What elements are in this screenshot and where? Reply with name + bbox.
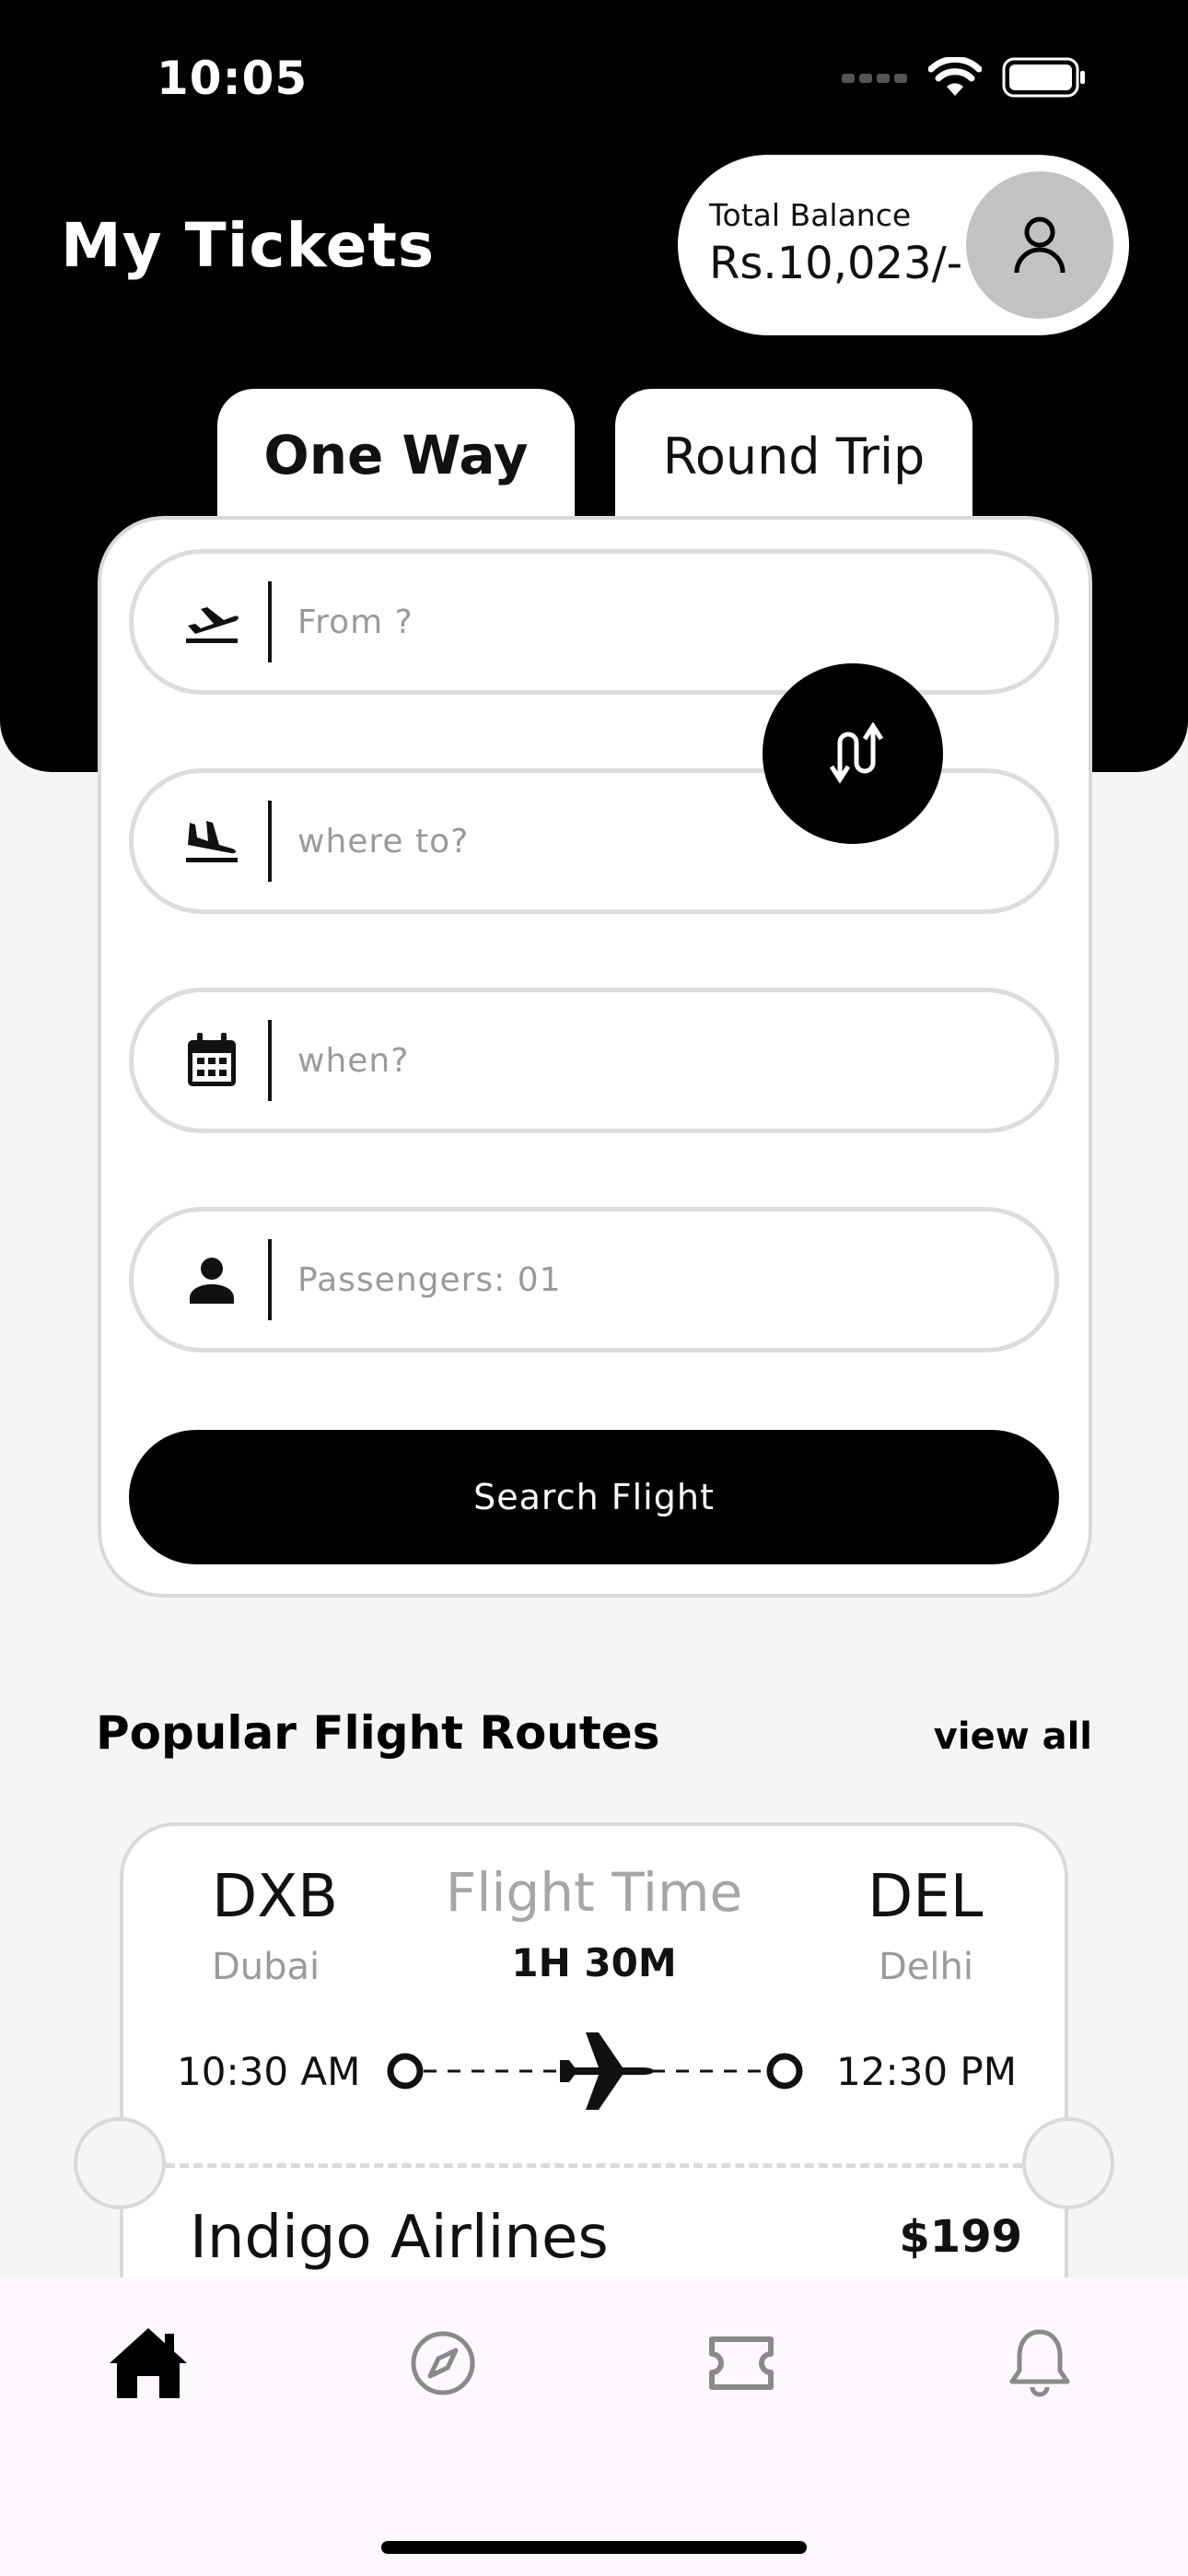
field-divider bbox=[268, 1020, 272, 1101]
nav-explore[interactable] bbox=[392, 2313, 494, 2414]
nav-tickets[interactable] bbox=[691, 2313, 792, 2414]
from-field[interactable]: From ? bbox=[129, 549, 1059, 695]
tab-round-trip[interactable]: Round Trip bbox=[615, 389, 973, 533]
page-title: My Tickets bbox=[61, 210, 436, 281]
swap-button[interactable] bbox=[763, 663, 943, 844]
avatar[interactable] bbox=[966, 171, 1113, 319]
signal-icon bbox=[842, 74, 907, 83]
passengers-placeholder: Passengers: 01 bbox=[297, 1260, 562, 1299]
arrive-time: 12:30 PM bbox=[836, 2049, 1017, 2094]
field-divider bbox=[268, 1239, 272, 1320]
ticket-icon bbox=[709, 2336, 774, 2390]
battery-icon bbox=[1002, 57, 1085, 98]
bell-icon bbox=[1009, 2329, 1070, 2397]
route-price: $199 bbox=[899, 2211, 1022, 2263]
calendar-icon bbox=[180, 992, 244, 1129]
status-time: 10:05 bbox=[157, 52, 309, 105]
compass-icon bbox=[411, 2331, 475, 2395]
to-placeholder: where to? bbox=[297, 822, 470, 861]
flight-path bbox=[387, 2032, 803, 2110]
ticket-notch-left bbox=[74, 2117, 166, 2209]
home-icon bbox=[110, 2328, 187, 2398]
wifi-icon bbox=[928, 57, 982, 96]
tab-one-way[interactable]: One Way bbox=[217, 389, 575, 533]
nav-notifications[interactable] bbox=[989, 2313, 1090, 2414]
home-indicator[interactable] bbox=[381, 2541, 807, 2554]
passengers-field[interactable]: Passengers: 01 bbox=[129, 1207, 1059, 1352]
ticket-divider bbox=[166, 2163, 1022, 2168]
view-all-link[interactable]: view all bbox=[934, 1715, 1092, 1758]
nav-home[interactable] bbox=[98, 2313, 199, 2414]
from-placeholder: From ? bbox=[297, 603, 413, 641]
user-icon bbox=[1014, 217, 1066, 274]
date-placeholder: when? bbox=[297, 1041, 410, 1080]
swap-icon bbox=[829, 722, 884, 784]
plane-landing-icon bbox=[180, 773, 244, 909]
section-title: Popular Flight Routes bbox=[96, 1706, 660, 1760]
airline-name: Indigo Airlines bbox=[190, 2204, 609, 2272]
balance-label: Total Balance bbox=[709, 197, 912, 233]
flight-time-label: Flight Time bbox=[445, 1861, 743, 1924]
depart-time: 10:30 AM bbox=[177, 2049, 361, 2094]
flight-time-value: 1H 30M bbox=[511, 1940, 677, 1985]
balance-value: Rs.10,023/- bbox=[709, 238, 963, 289]
field-divider bbox=[268, 581, 272, 662]
airplane-icon bbox=[560, 2032, 654, 2110]
field-divider bbox=[268, 801, 272, 882]
date-field[interactable]: when? bbox=[129, 988, 1059, 1133]
person-icon bbox=[180, 1212, 244, 1348]
plane-takeoff-icon bbox=[180, 554, 244, 690]
search-flight-button[interactable]: Search Flight bbox=[129, 1430, 1059, 1564]
ticket-notch-right bbox=[1022, 2117, 1114, 2209]
status-icons bbox=[842, 57, 1087, 98]
